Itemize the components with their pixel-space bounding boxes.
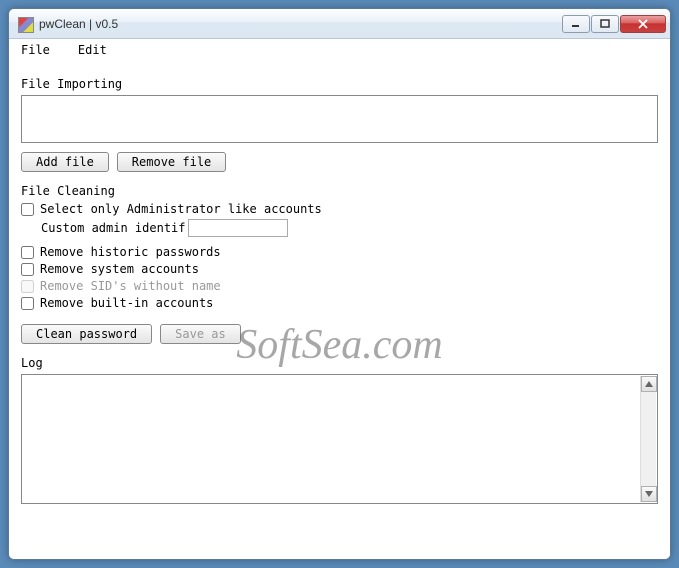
- add-file-button[interactable]: Add file: [21, 152, 109, 172]
- log-textbox[interactable]: [21, 374, 658, 504]
- remove-sid-label: Remove SID's without name: [40, 279, 221, 293]
- import-button-row: Add file Remove file: [21, 152, 658, 172]
- close-button[interactable]: [620, 15, 666, 33]
- menu-edit[interactable]: Edit: [72, 41, 113, 59]
- scroll-up-button[interactable]: [641, 376, 657, 392]
- minimize-icon: [571, 20, 581, 28]
- log-scrollbar[interactable]: [640, 376, 656, 502]
- remove-historic-checkbox[interactable]: [21, 246, 34, 259]
- log-group: Log: [21, 356, 658, 504]
- select-admin-label: Select only Administrator like accounts: [40, 202, 322, 216]
- log-label: Log: [21, 356, 658, 370]
- chevron-up-icon: [645, 381, 653, 387]
- remove-historic-label: Remove historic passwords: [40, 245, 221, 259]
- custom-admin-label: Custom admin identif: [41, 221, 186, 235]
- menu-file[interactable]: File: [15, 41, 56, 59]
- maximize-button[interactable]: [591, 15, 619, 33]
- remove-system-row[interactable]: Remove system accounts: [21, 262, 658, 276]
- minimize-button[interactable]: [562, 15, 590, 33]
- file-importing-label: File Importing: [21, 77, 658, 91]
- file-cleaning-group: File Cleaning Select only Administrator …: [21, 184, 658, 344]
- chevron-down-icon: [645, 491, 653, 497]
- remove-file-button[interactable]: Remove file: [117, 152, 226, 172]
- close-icon: [638, 19, 648, 29]
- file-importing-group: File Importing Add file Remove file: [21, 71, 658, 172]
- window-title: pwClean | v0.5: [39, 17, 562, 31]
- client-area: File Importing Add file Remove file File…: [9, 61, 670, 559]
- app-window: pwClean | v0.5 File Edit File Importing …: [8, 8, 671, 560]
- clean-button-row: Clean password Save as: [21, 324, 658, 344]
- menubar: File Edit: [9, 39, 670, 61]
- custom-admin-input[interactable]: [188, 219, 288, 237]
- remove-builtin-checkbox[interactable]: [21, 297, 34, 310]
- remove-historic-row[interactable]: Remove historic passwords: [21, 245, 658, 259]
- file-cleaning-label: File Cleaning: [21, 184, 658, 198]
- clean-password-button[interactable]: Clean password: [21, 324, 152, 344]
- remove-builtin-row[interactable]: Remove built-in accounts: [21, 296, 658, 310]
- select-admin-checkbox[interactable]: [21, 203, 34, 216]
- app-icon: [17, 16, 33, 32]
- remove-system-label: Remove system accounts: [40, 262, 199, 276]
- titlebar[interactable]: pwClean | v0.5: [9, 9, 670, 39]
- remove-builtin-label: Remove built-in accounts: [40, 296, 213, 310]
- remove-sid-row: Remove SID's without name: [21, 279, 658, 293]
- remove-sid-checkbox: [21, 280, 34, 293]
- scroll-down-button[interactable]: [641, 486, 657, 502]
- file-list[interactable]: [21, 95, 658, 143]
- window-controls: [562, 15, 666, 33]
- save-as-button: Save as: [160, 324, 241, 344]
- remove-system-checkbox[interactable]: [21, 263, 34, 276]
- maximize-icon: [600, 19, 610, 29]
- select-admin-row[interactable]: Select only Administrator like accounts: [21, 202, 658, 216]
- custom-admin-row: Custom admin identif: [41, 219, 658, 237]
